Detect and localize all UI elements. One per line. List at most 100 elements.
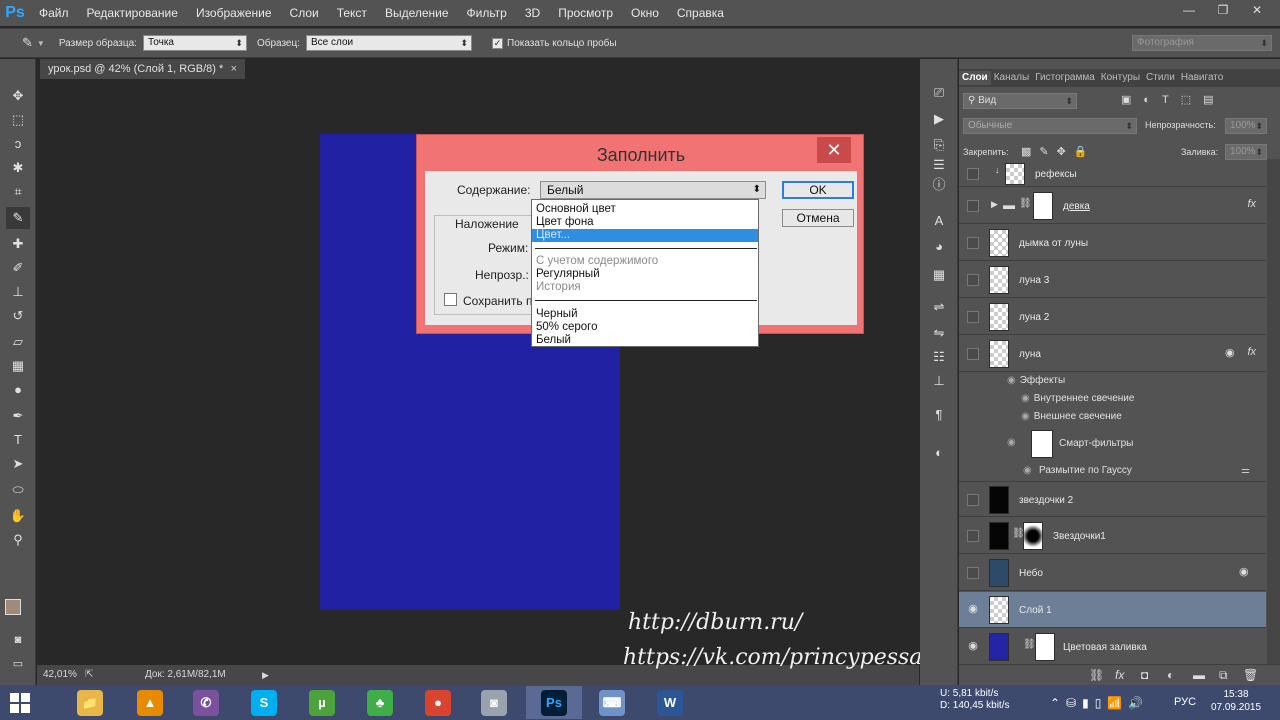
menu-window[interactable]: Окно (622, 0, 668, 26)
zoom-level[interactable]: 42,01% (43, 665, 77, 685)
adjustments-icon[interactable]: ☰ (928, 155, 950, 175)
visibility-toggle[interactable] (967, 168, 979, 180)
layer-row[interactable]: Небо ◉ (959, 555, 1266, 591)
visibility-toggle[interactable] (967, 311, 979, 323)
brush-presets-icon[interactable]: ⎘ (928, 135, 950, 155)
eye-icon[interactable]: ◉ (1021, 393, 1030, 404)
preserve-transparency-checkbox[interactable] (444, 293, 457, 306)
info-icon[interactable]: ⓘ (928, 175, 950, 195)
properties-icon[interactable]: ⇌ (928, 297, 950, 317)
quick-mask-icon[interactable]: ◙ (6, 629, 30, 651)
menu-help[interactable]: Справка (668, 0, 733, 26)
swatches-icon[interactable]: ◕ (928, 237, 950, 257)
photoshop-logo-icon[interactable]: Ps (0, 0, 30, 26)
layer-filter-icons[interactable]: ▣◐T⬚▤ (1121, 93, 1226, 106)
menu-edit[interactable]: Редактирование (78, 0, 187, 26)
taskbar-utorrent[interactable]: µ (294, 686, 350, 719)
tool-presets-icon[interactable]: ☷ (928, 347, 950, 367)
eye-icon[interactable]: ◉ (1007, 375, 1016, 386)
lasso-tool-icon[interactable]: ↄ (6, 133, 30, 155)
option-background-color[interactable]: Цвет фона (532, 216, 758, 229)
clone-source-icon[interactable]: ⇋ (928, 323, 950, 343)
eye-icon[interactable]: ◉ (1007, 437, 1016, 448)
sample-select[interactable]: Все слои (306, 35, 472, 51)
add-style-icon[interactable]: fx (1115, 668, 1124, 682)
magic-wand-tool-icon[interactable]: ✱ (6, 157, 30, 179)
layer-group-row[interactable]: ▶ ▬ ⛓ девка fx (959, 188, 1266, 224)
menu-filter[interactable]: Фильтр (458, 0, 516, 26)
show-ring-checkbox[interactable]: ✓ (492, 37, 503, 49)
restore-button[interactable]: ❐ (1208, 3, 1238, 19)
menu-image[interactable]: Изображение (187, 0, 281, 26)
taskbar-skype[interactable]: S (236, 686, 292, 719)
taskbar-audio[interactable]: ◙ (466, 686, 522, 719)
layer-row[interactable]: ◉ ⛓ Цветовая заливка (959, 629, 1266, 665)
tab-channels[interactable]: Каналы (991, 71, 1033, 85)
tab-histogram[interactable]: Гистограмма (1032, 71, 1098, 85)
new-layer-icon[interactable]: ⧉ (1219, 668, 1228, 683)
taskbar-keyboard[interactable]: ⌨ (584, 686, 640, 719)
layer-filter-select[interactable]: ⚲ Вид (963, 93, 1077, 109)
menu-view[interactable]: Просмотр (549, 0, 622, 26)
eraser-tool-icon[interactable]: ▱ (6, 331, 30, 353)
fill-input[interactable]: 100% (1225, 144, 1267, 160)
document-tab[interactable]: урок.psd @ 42% (Слой 1, RGB/8) * × (40, 59, 245, 79)
taskbar-avast[interactable]: ▲ (122, 686, 178, 719)
filter-row[interactable]: ◉ Размытие по Гауссу ⚌ (959, 465, 1266, 479)
gradient-tool-icon[interactable]: ▦ (6, 355, 30, 377)
cancel-button[interactable]: Отмена (782, 209, 854, 227)
add-mask-icon[interactable]: ◘ (1141, 668, 1148, 682)
styles-icon[interactable]: ◐ (928, 443, 950, 463)
clone-stamp-tool-icon[interactable]: ⊥ (6, 281, 30, 303)
visibility-toggle[interactable] (967, 567, 979, 579)
move-tool-icon[interactable]: ✥ (6, 85, 30, 107)
option-foreground-color[interactable]: Основной цвет (532, 203, 758, 216)
layer-row-selected[interactable]: ◉ Слой 1 (959, 592, 1266, 628)
visibility-toggle[interactable] (967, 237, 979, 249)
content-select[interactable]: Белый ⬍ (540, 181, 766, 199)
layer-row[interactable]: ⛓ Звездочки1 (959, 518, 1266, 554)
workspace-select[interactable]: Фотография (1132, 35, 1272, 51)
start-button[interactable] (10, 693, 30, 713)
type-tool-icon[interactable]: T (6, 429, 30, 451)
taskbar-chrome[interactable]: ● (410, 686, 466, 719)
menu-layers[interactable]: Слои (281, 0, 328, 26)
eyedropper-tool-icon[interactable]: ✎ (6, 207, 30, 229)
taskbar-word[interactable]: W (642, 686, 698, 719)
menu-file[interactable]: Файл (30, 0, 78, 26)
fx-icon[interactable]: fx (1247, 346, 1256, 358)
option-50-gray[interactable]: 50% серого (532, 321, 758, 334)
menu-type[interactable]: Текст (328, 0, 376, 26)
layer-row[interactable]: луна 2 (959, 299, 1266, 335)
layer-row[interactable]: ↓ рефексы (959, 161, 1266, 187)
tab-navigator[interactable]: Навигато (1178, 71, 1226, 85)
taskbar-photoshop[interactable]: Ps (526, 686, 582, 719)
brush-tool-icon[interactable]: ✐ (6, 257, 30, 279)
layer-row[interactable]: луна ◉ fx (959, 336, 1266, 372)
tab-styles[interactable]: Стили (1143, 71, 1178, 85)
new-group-icon[interactable]: ▬ (1193, 668, 1205, 682)
visibility-toggle[interactable] (967, 348, 979, 360)
ok-button[interactable]: OK (782, 181, 854, 199)
taskbar-clover[interactable]: ♣ (352, 686, 408, 719)
pen-tool-icon[interactable]: ✒ (6, 405, 30, 427)
smart-filters-row[interactable]: ◉ Смарт-фильтры (959, 427, 1266, 461)
healing-brush-tool-icon[interactable]: ✚ (6, 233, 30, 255)
navigator-grid-icon[interactable]: ▦ (928, 265, 950, 285)
dialog-close-button[interactable]: ✕ (817, 137, 851, 163)
minimize-button[interactable]: — (1174, 3, 1204, 19)
taskbar-explorer[interactable]: 📁 (62, 686, 118, 719)
status-arrow-icon[interactable]: ▶ (262, 665, 269, 685)
clock[interactable]: 15:38 07.09.2015 (1210, 688, 1262, 714)
path-selection-tool-icon[interactable]: ➤ (6, 453, 30, 475)
chevron-down-icon[interactable]: ▼ (37, 39, 45, 48)
menu-select[interactable]: Выделение (376, 0, 458, 26)
option-white[interactable]: Белый (532, 334, 758, 347)
fx-icon[interactable]: fx (1247, 198, 1256, 210)
visibility-toggle[interactable] (967, 274, 979, 286)
filter-options-icon[interactable]: ⚌ (1241, 465, 1250, 476)
history-icon[interactable]: ⎚ (928, 83, 950, 103)
tray-icons[interactable]: ⌃⛁▮▯📶🔊 (1050, 696, 1149, 710)
blend-mode-select[interactable]: Обычные (963, 118, 1137, 134)
option-color[interactable]: Цвет... (532, 229, 758, 242)
